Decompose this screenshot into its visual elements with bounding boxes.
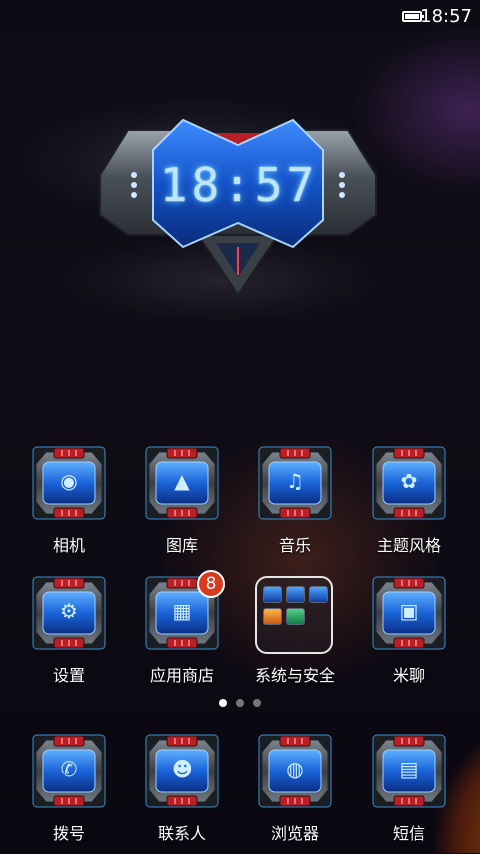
app-mi-chat[interactable]: ▣ 米聊	[354, 576, 464, 696]
app-label: 音乐	[278, 536, 311, 555]
page-dot[interactable]	[253, 699, 261, 707]
app-messages[interactable]: ▤ 短信	[354, 734, 464, 854]
page-indicator	[0, 699, 480, 709]
camera-icon: ◉	[32, 446, 106, 520]
music-icon: ♫	[258, 446, 332, 520]
app-camera[interactable]: ◉ 相机	[14, 446, 124, 566]
app-label: 相机	[52, 536, 85, 555]
app-label: 联系人	[157, 824, 206, 843]
folder-icon	[255, 576, 333, 654]
phone-icon: ✆	[32, 734, 106, 808]
app-dialer[interactable]: ✆ 拨号	[14, 734, 124, 854]
page-dot[interactable]	[236, 699, 244, 707]
app-browser[interactable]: ◍ 浏览器	[240, 734, 350, 854]
gallery-icon: ▲	[145, 446, 219, 520]
status-time: 18:57	[420, 6, 472, 27]
contacts-icon: ☻	[145, 734, 219, 808]
app-gallery[interactable]: ▲ 图库	[127, 446, 237, 566]
app-label: 米聊	[392, 666, 425, 685]
app-label: 图库	[165, 536, 198, 555]
app-label: 短信	[392, 824, 425, 843]
mini-app-icon	[286, 608, 305, 625]
app-label: 设置	[52, 666, 85, 685]
mini-app-icon	[263, 608, 282, 625]
folder-system-security[interactable]: 系统与安全	[240, 576, 350, 696]
app-label: 主题风格	[376, 536, 441, 555]
page-dot[interactable]	[219, 699, 227, 707]
app-label: 拨号	[52, 824, 85, 843]
mini-app-icon	[309, 586, 328, 603]
app-settings[interactable]: ⚙ 设置	[14, 576, 124, 696]
theme-icon: ✿	[372, 446, 446, 520]
app-store[interactable]: ▦ 8 应用商店	[127, 570, 237, 696]
app-label: 应用商店	[149, 666, 214, 685]
app-contacts[interactable]: ☻ 联系人	[127, 734, 237, 854]
clock-time: 18:57	[159, 158, 319, 212]
chat-icon: ▣	[372, 576, 446, 650]
status-bar: 18:57	[0, 0, 480, 34]
mini-app-icon	[263, 586, 282, 603]
notification-badge: 8	[197, 570, 225, 598]
mini-app-icon	[286, 586, 305, 603]
settings-icon: ⚙	[32, 576, 106, 650]
app-label: 系统与安全	[254, 666, 335, 685]
browser-icon: ◍	[258, 734, 332, 808]
app-theme[interactable]: ✿ 主题风格	[354, 446, 464, 566]
battery-icon	[402, 11, 424, 22]
app-label: 浏览器	[270, 824, 319, 843]
app-music[interactable]: ♫ 音乐	[240, 446, 350, 566]
sms-icon: ▤	[372, 734, 446, 808]
